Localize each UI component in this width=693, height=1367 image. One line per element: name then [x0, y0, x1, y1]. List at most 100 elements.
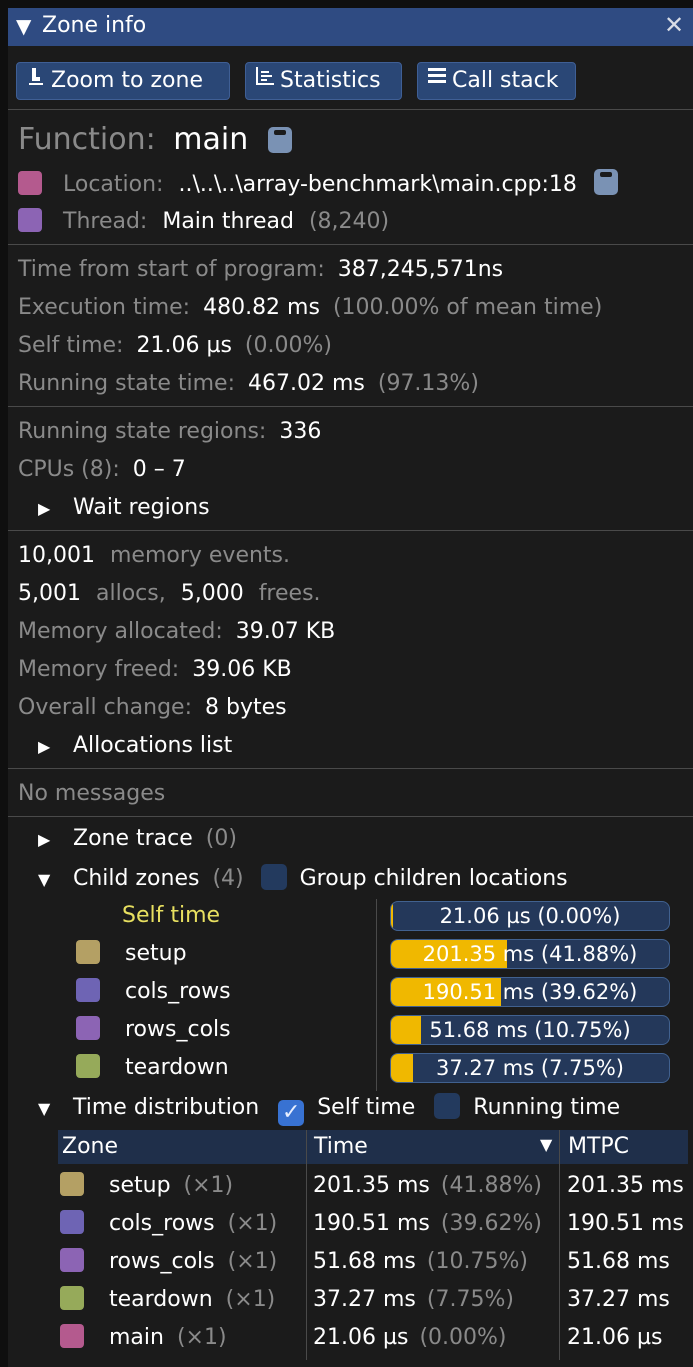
- self-time-label: Self time:: [18, 333, 124, 358]
- zone-trace-label: Zone trace: [73, 826, 193, 851]
- zone-trace-node[interactable]: ▶ Zone trace (0): [38, 824, 237, 854]
- collapse-triangle-icon[interactable]: ▼: [38, 1094, 66, 1124]
- column-header-mtpc[interactable]: MTPC: [568, 1130, 629, 1164]
- expand-triangle-icon[interactable]: ▶: [38, 825, 66, 855]
- time-pct: (0.00%): [419, 1325, 507, 1350]
- memory-allocated-label: Memory allocated:: [18, 619, 223, 644]
- function-name: main: [173, 122, 249, 157]
- copy-function-icon[interactable]: [267, 127, 292, 153]
- mtpc-cell: 190.51 ms: [567, 1211, 684, 1236]
- separator: [8, 109, 693, 110]
- thread-id: (8,240): [308, 209, 390, 234]
- allocs-row: 5,001 allocs, 5,000 frees.: [18, 579, 321, 609]
- time-pct: (10.75%): [426, 1249, 528, 1274]
- child-zone-item[interactable]: rows_cols: [76, 1015, 231, 1045]
- child-zone-name: rows_cols: [125, 1017, 231, 1042]
- thread-row: Thread: Main thread (8,240): [18, 207, 389, 237]
- memory-events-value: 10,001: [18, 543, 95, 568]
- zone-count: (×1): [176, 1325, 227, 1350]
- zone-color-swatch: [60, 1286, 84, 1310]
- execution-time-label: Execution time:: [18, 295, 191, 320]
- function-label: Function:: [18, 122, 156, 157]
- column-divider: [306, 1130, 307, 1360]
- wait-regions-node[interactable]: ▶ Wait regions: [38, 493, 210, 523]
- title-bar[interactable]: ▼ Zone info ✕: [8, 8, 693, 46]
- child-zone-self-value: 21.06 µs (0.00%): [439, 904, 621, 928]
- zone-color-swatch: [76, 978, 100, 1002]
- no-messages-label: No messages: [18, 781, 166, 806]
- mtpc-cell: 21.06 µs: [567, 1325, 663, 1350]
- allocations-list-node[interactable]: ▶ Allocations list: [38, 731, 232, 761]
- zone-count: (×1): [227, 1211, 278, 1236]
- group-children-checkbox[interactable]: [260, 864, 287, 890]
- zone-info-window: ▼ Zone info ✕ Zoom to zone Statistics Ca…: [8, 8, 693, 1367]
- zoom-to-zone-button[interactable]: Zoom to zone: [16, 62, 230, 100]
- child-zone-item[interactable]: teardown: [76, 1053, 229, 1083]
- zone-name: setup: [109, 1173, 171, 1198]
- thread-color-swatch: [18, 208, 42, 232]
- time-cell: 190.51 ms (39.62%): [313, 1209, 542, 1239]
- cpus-label: CPUs (8):: [18, 457, 120, 482]
- collapse-triangle-icon[interactable]: ▼: [38, 865, 66, 895]
- zone-name: teardown: [109, 1287, 213, 1312]
- child-zone-item[interactable]: setup: [76, 939, 187, 969]
- zone-name: rows_cols: [109, 1249, 215, 1274]
- start-time-value: 387,245,571ns: [337, 257, 504, 282]
- zone-count: (×1): [227, 1249, 278, 1274]
- memory-allocated-value: 39.07 KB: [235, 619, 336, 644]
- child-zone-self-bar: 21.06 µs (0.00%): [390, 901, 670, 931]
- child-zone-value: 190.51 ms (39.62%): [422, 980, 638, 1004]
- mtpc-cell: 51.68 ms: [567, 1249, 670, 1274]
- zone-count: (×1): [183, 1173, 234, 1198]
- frees-label: frees.: [258, 581, 321, 606]
- zone-color-swatch: [60, 1172, 84, 1196]
- zone-cell: teardown (×1): [60, 1285, 275, 1315]
- statistics-icon: [254, 63, 276, 99]
- time-value: 190.51 ms: [313, 1211, 430, 1236]
- child-zones-node[interactable]: ▼ Child zones (4) Group children locatio…: [38, 864, 568, 894]
- overall-change-label: Overall change:: [18, 695, 192, 720]
- call-stack-button[interactable]: Call stack: [417, 62, 576, 100]
- column-header-zone[interactable]: Zone: [62, 1130, 118, 1164]
- group-children-label: Group children locations: [299, 866, 568, 891]
- allocs-value: 5,001: [18, 581, 81, 606]
- zone-count: (×1): [225, 1287, 276, 1312]
- time-value: 51.68 ms: [313, 1249, 416, 1274]
- time-distribution-node[interactable]: ▼ Time distribution ✓ Self time Running …: [38, 1093, 620, 1126]
- start-time-label: Time from start of program:: [18, 257, 325, 282]
- separator: [8, 768, 693, 769]
- child-zones-label: Child zones: [73, 866, 200, 891]
- memory-freed-row: Memory freed: 39.06 KB: [18, 655, 292, 685]
- zone-trace-count: (0): [205, 826, 237, 851]
- zone-cell: main (×1): [60, 1323, 227, 1353]
- call-stack-label: Call stack: [452, 68, 559, 93]
- zoom-to-zone-label: Zoom to zone: [51, 68, 203, 93]
- child-zone-item[interactable]: cols_rows: [76, 977, 231, 1007]
- self-time-checkbox[interactable]: ✓: [278, 1100, 305, 1126]
- execution-time-pct: (100.00% of mean time): [332, 295, 603, 320]
- thread-name: Main thread: [162, 209, 294, 234]
- time-value: 21.06 µs: [313, 1325, 409, 1350]
- child-zone-value: 37.27 ms (7.75%): [436, 1056, 624, 1080]
- memory-freed-label: Memory freed:: [18, 657, 180, 682]
- time-cell: 201.35 ms (41.88%): [313, 1171, 542, 1201]
- time-value: 37.27 ms: [313, 1287, 416, 1312]
- self-time-row: Self time: 21.06 µs (0.00%): [18, 331, 332, 361]
- copy-location-icon[interactable]: [593, 169, 618, 195]
- column-header-time[interactable]: Time: [314, 1130, 368, 1164]
- start-time-row: Time from start of program: 387,245,571n…: [18, 255, 503, 285]
- expand-triangle-icon[interactable]: ▶: [38, 732, 66, 762]
- child-zone-bar: 37.27 ms (7.75%): [390, 1053, 670, 1083]
- child-zone-name: setup: [125, 941, 187, 966]
- separator: [8, 406, 693, 407]
- self-time-value: 21.06 µs: [136, 333, 232, 358]
- expand-triangle-icon[interactable]: ▶: [38, 494, 66, 524]
- running-time-value: 467.02 ms: [247, 371, 365, 396]
- running-regions-label: Running state regions:: [18, 419, 267, 444]
- child-zone-bar: 51.68 ms (10.75%): [390, 1015, 670, 1045]
- running-time-row: Running state time: 467.02 ms (97.13%): [18, 369, 479, 399]
- running-time-checkbox[interactable]: [434, 1093, 461, 1119]
- collapse-triangle-icon[interactable]: ▼: [16, 14, 31, 38]
- statistics-button[interactable]: Statistics: [245, 62, 402, 100]
- close-icon[interactable]: ✕: [664, 11, 684, 39]
